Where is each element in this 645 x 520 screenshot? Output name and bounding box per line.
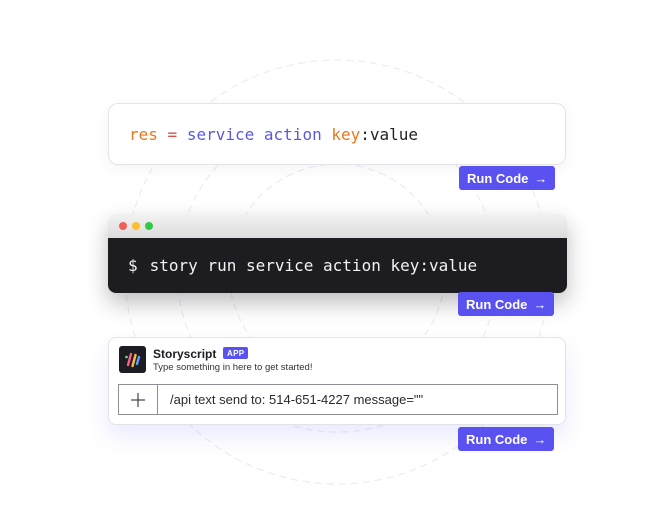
storyscript-logo-icon [119,346,146,373]
attach-button[interactable] [119,385,158,414]
arrow-right-icon: → [534,170,548,186]
plus-icon [131,392,145,407]
app-badge: APP [223,347,249,359]
run-code-button-2[interactable]: Run Code → [458,292,555,316]
arrow-right-icon: → [533,296,547,312]
code-operator: = [167,124,178,144]
chat-subtitle: Type something in here to get started! [153,362,313,373]
terminal-command: story run service action key:value [149,256,478,275]
terminal-body: $ story run service action key:value [108,238,567,293]
chat-input-row [118,384,558,415]
code-value: value [369,124,419,144]
window-maximize-dot-icon[interactable] [145,222,153,230]
code-service: service [186,124,255,144]
code-key: key [331,124,361,144]
chat-app-card: Storyscript APP Type something in here t… [108,337,566,425]
run-code-label: Run Code [466,296,528,312]
run-code-label: Run Code [467,170,529,186]
chat-message-input[interactable] [158,385,557,414]
code-action: action [263,124,322,144]
window-minimize-dot-icon[interactable] [132,222,140,230]
code-colon: : [360,124,370,144]
run-code-label: Run Code [466,431,528,447]
arrow-right-icon: → [533,431,547,447]
run-code-button-1[interactable]: Run Code → [459,166,556,190]
code-snippet-card: res = service action key: value [108,103,566,165]
terminal-prompt: $ [128,256,138,275]
code-variable: res [129,124,158,144]
terminal-window: $ story run service action key:value [108,214,567,293]
run-code-button-3[interactable]: Run Code → [458,427,555,451]
terminal-title-bar [108,214,567,238]
chat-app-name: Storyscript [153,347,217,361]
window-close-dot-icon[interactable] [119,222,127,230]
